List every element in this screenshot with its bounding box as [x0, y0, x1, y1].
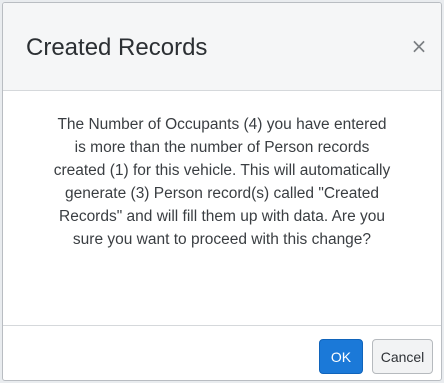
- message-line: sure you want to proceed with this chang…: [72, 231, 372, 248]
- message-line: The Number of Occupants (4) you have ent…: [57, 116, 387, 133]
- dialog-title: Created Records: [26, 34, 208, 61]
- message-line: created (1) for this vehicle. This will …: [53, 162, 391, 179]
- ok-button[interactable]: OK: [319, 339, 363, 374]
- message-line: is more than the number of Person record…: [74, 139, 370, 156]
- created-records-dialog: Created Records × The Number of Occupant…: [2, 2, 442, 381]
- message-line: Records" and will fill them up with data…: [59, 208, 385, 225]
- dialog-footer: OK Cancel: [3, 325, 441, 380]
- dialog-message: The Number of Occupants (4) you have ent…: [15, 113, 429, 251]
- message-line: generate (3) Person record(s) called "Cr…: [65, 185, 379, 202]
- close-icon: ×: [410, 34, 428, 58]
- cancel-button[interactable]: Cancel: [372, 339, 433, 374]
- dialog-body: The Number of Occupants (4) you have ent…: [3, 91, 441, 325]
- dialog-header: Created Records ×: [3, 3, 441, 91]
- close-button[interactable]: ×: [407, 33, 431, 59]
